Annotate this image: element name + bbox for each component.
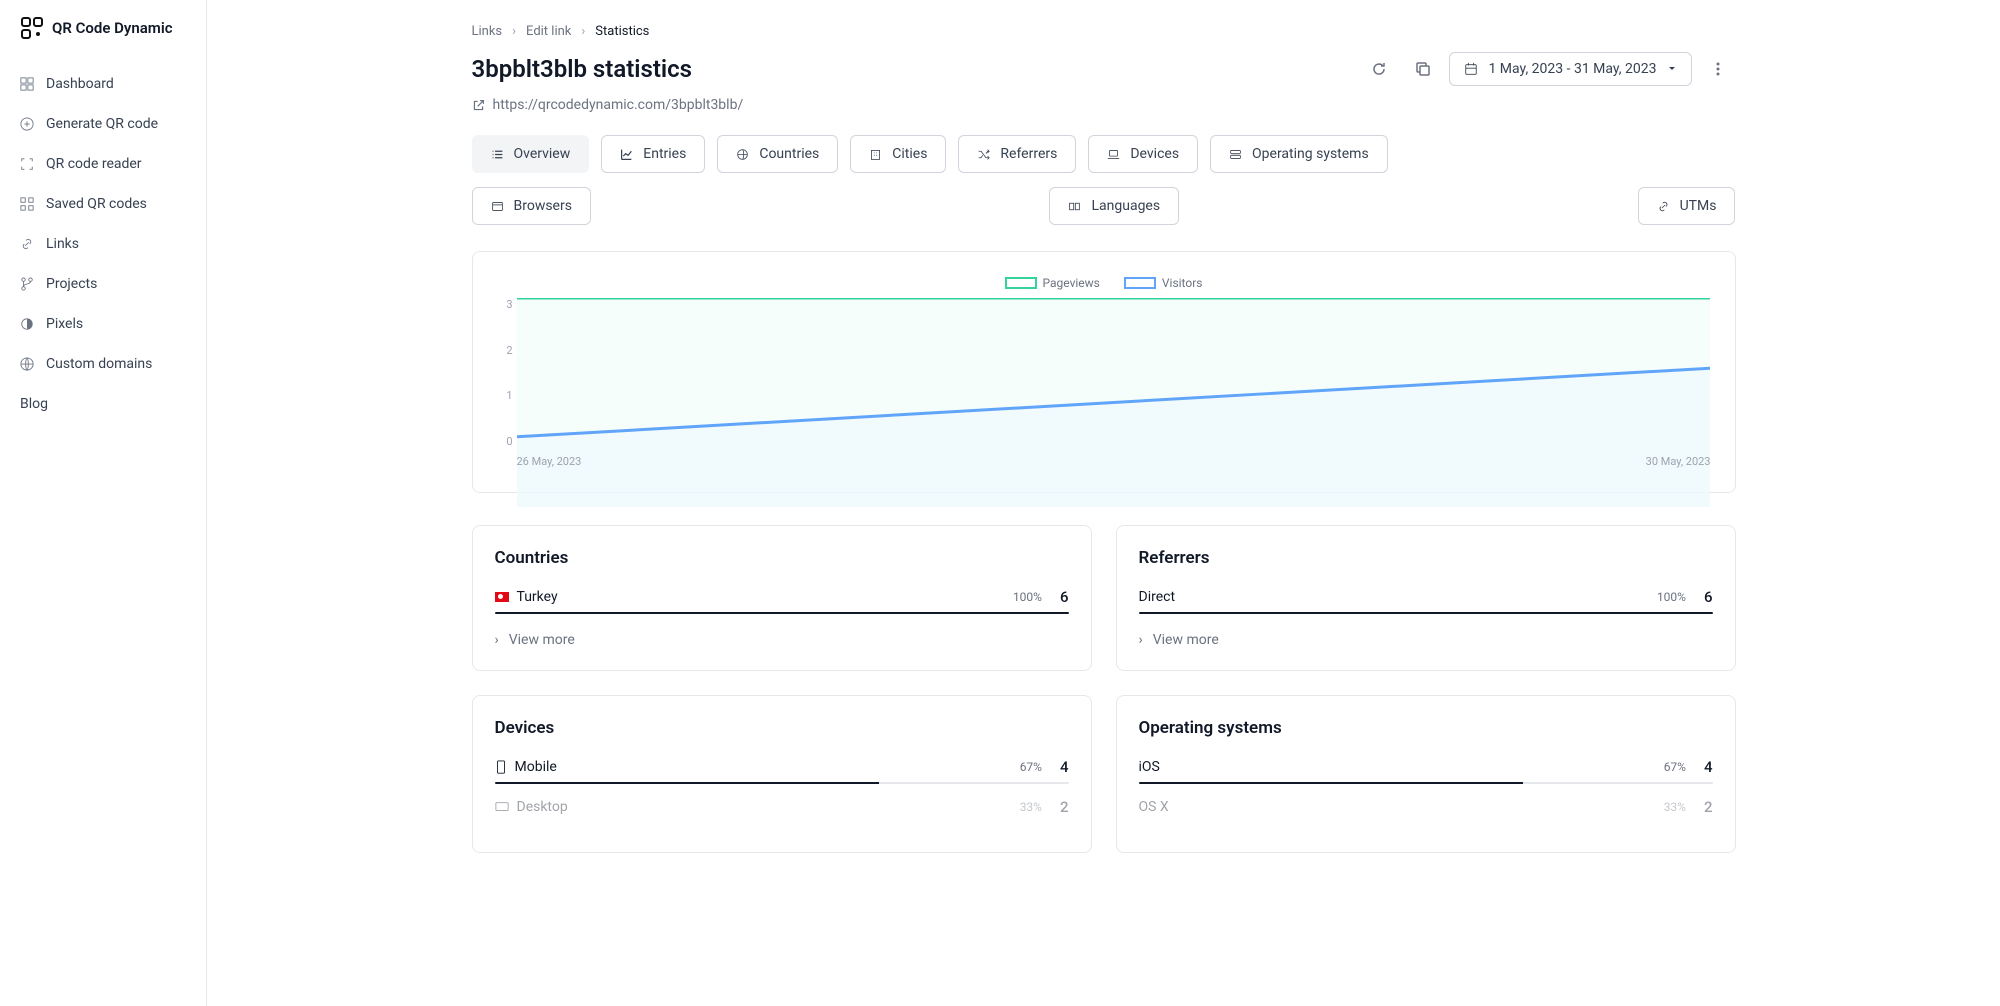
laptop-icon (1107, 148, 1120, 161)
stat-row: Turkey 100%6 (495, 588, 1069, 614)
more-button[interactable] (1700, 51, 1736, 87)
tab-devices[interactable]: Devices (1088, 135, 1198, 173)
stat-row: OS X 33%2 (1139, 798, 1713, 816)
view-more-button[interactable]: ›View more (495, 632, 1069, 648)
tab-overview[interactable]: Overview (472, 135, 590, 173)
stat-row: iOS 67%4 (1139, 758, 1713, 784)
branch-icon (20, 277, 34, 291)
window-icon (491, 200, 504, 213)
stat-row: Mobile 67%4 (495, 758, 1069, 784)
chevron-right-icon: › (495, 632, 499, 648)
brand-logo[interactable]: QR Code Dynamic (12, 16, 194, 64)
chevron-right-icon: › (581, 24, 585, 39)
tab-browsers[interactable]: Browsers (472, 187, 591, 225)
os-card: Operating systems iOS 67%4 OS X 33%2 (1116, 695, 1736, 853)
sidebar-item-links[interactable]: Links (12, 224, 194, 264)
tab-countries[interactable]: Countries (717, 135, 838, 173)
tab-referrers[interactable]: Referrers (958, 135, 1076, 173)
sidebar-item-reader[interactable]: QR code reader (12, 144, 194, 184)
grid-icon (20, 77, 34, 91)
server-icon (1229, 148, 1242, 161)
external-link-icon (472, 99, 485, 112)
copy-icon (1415, 61, 1431, 77)
main-content: Links › Edit link › Statistics 3bpblt3bl… (424, 0, 1784, 1006)
x-axis: 26 May, 2023 30 May, 2023 (517, 455, 1711, 468)
sidebar-item-blog[interactable]: Blog (12, 384, 194, 424)
url-text[interactable]: https://qrcodedynamic.com/3bpblt3blb/ (493, 97, 744, 113)
breadcrumb-edit[interactable]: Edit link (526, 24, 571, 39)
sidebar-item-projects[interactable]: Projects (12, 264, 194, 304)
link-icon (20, 237, 34, 251)
shuffle-icon (977, 148, 990, 161)
half-circle-icon (20, 317, 34, 331)
sidebar-item-saved[interactable]: Saved QR codes (12, 184, 194, 224)
sidebar-item-pixels[interactable]: Pixels (12, 304, 194, 344)
globe-icon (20, 357, 34, 371)
tab-entries[interactable]: Entries (601, 135, 705, 173)
stat-row: Desktop 33%2 (495, 798, 1069, 816)
sidebar-nav: Dashboard Generate QR code QR code reade… (12, 64, 194, 424)
sidebar-item-generate[interactable]: Generate QR code (12, 104, 194, 144)
tab-os[interactable]: Operating systems (1210, 135, 1388, 173)
language-icon (1068, 200, 1081, 213)
scan-icon (20, 157, 34, 171)
date-range-button[interactable]: 1 May, 2023 - 31 May, 2023 (1449, 52, 1691, 86)
chart-icon (620, 148, 633, 161)
globe-icon (736, 148, 749, 161)
sidebar-item-dashboard[interactable]: Dashboard (12, 64, 194, 104)
copy-button[interactable] (1405, 51, 1441, 87)
breadcrumb-current: Statistics (595, 24, 649, 39)
y-axis: 3 2 1 0 (497, 298, 513, 448)
view-more-button[interactable]: ›View more (1139, 632, 1713, 648)
breadcrumb: Links › Edit link › Statistics (472, 24, 1736, 39)
devices-card: Devices Mobile 67%4 Desktop 33%2 (472, 695, 1092, 853)
tab-utms[interactable]: UTMs (1638, 187, 1736, 225)
stat-row: Direct 100%6 (1139, 588, 1713, 614)
flag-turkey-icon (495, 592, 509, 602)
card-title: Countries (495, 548, 1069, 568)
card-title: Devices (495, 718, 1069, 738)
calendar-icon (1464, 62, 1478, 76)
chevron-right-icon: › (1139, 632, 1143, 648)
desktop-icon (495, 801, 509, 813)
tab-cities[interactable]: Cities (850, 135, 946, 173)
card-title: Referrers (1139, 548, 1713, 568)
grid4-icon (20, 197, 34, 211)
chart-plot (517, 298, 1711, 507)
dots-vertical-icon (1710, 61, 1726, 77)
chart-card: Pageviews Visitors 3 2 1 0 26 May, 2023 (472, 251, 1736, 493)
countries-card: Countries Turkey 100%6 ›View more (472, 525, 1092, 671)
sidebar: QR Code Dynamic Dashboard Generate QR co… (0, 0, 207, 1006)
brand-name: QR Code Dynamic (52, 19, 173, 37)
plus-circle-icon (20, 117, 34, 131)
refresh-icon (1371, 61, 1387, 77)
list-icon (491, 148, 504, 161)
link-icon (1657, 200, 1670, 213)
tabs-row2: Browsers Languages UTMs (472, 187, 1736, 225)
referrers-card: Referrers Direct 100%6 ›View more (1116, 525, 1736, 671)
legend-pageviews[interactable]: Pageviews (1005, 276, 1100, 290)
url-row: https://qrcodedynamic.com/3bpblt3blb/ (472, 97, 1736, 113)
chart-legend: Pageviews Visitors (497, 276, 1711, 290)
legend-visitors[interactable]: Visitors (1124, 276, 1203, 290)
refresh-button[interactable] (1361, 51, 1397, 87)
caret-down-icon (1667, 64, 1677, 74)
tabs-row1: Overview Entries Countries Cities Referr… (472, 135, 1736, 173)
chevron-right-icon: › (512, 24, 516, 39)
page-title: 3bpblt3blb statistics (472, 55, 693, 83)
qr-logo-icon (20, 16, 44, 40)
mobile-icon (495, 760, 507, 774)
breadcrumb-links[interactable]: Links (472, 24, 503, 39)
card-title: Operating systems (1139, 718, 1713, 738)
building-icon (869, 148, 882, 161)
sidebar-item-domains[interactable]: Custom domains (12, 344, 194, 384)
tab-languages[interactable]: Languages (1049, 187, 1179, 225)
